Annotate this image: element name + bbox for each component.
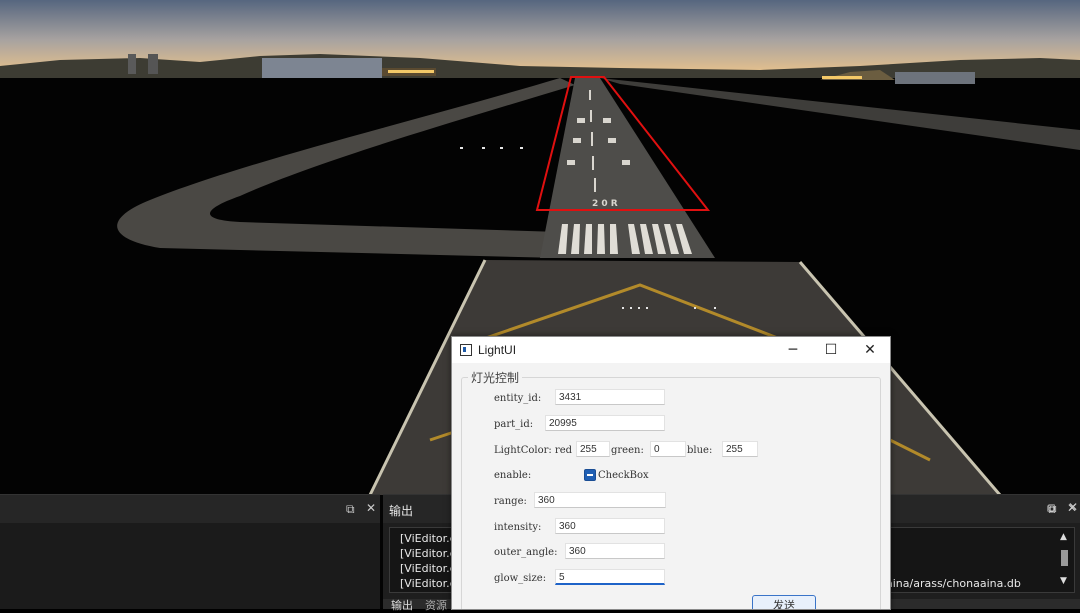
log-line: [ViEditor.e [400,547,457,560]
green-label: green: [611,445,644,456]
group-title: 灯光控制 [468,369,523,386]
right-close-icon[interactable]: ✕ [1068,500,1078,514]
scroll-up-icon[interactable]: ▲ [1060,532,1067,542]
red-field[interactable]: 255 [576,441,610,457]
close-button[interactable]: ✕ [851,337,889,363]
building-right [895,72,975,84]
app-icon [460,344,472,356]
log-line: [ViEditor.e [400,577,457,590]
scrollbar-thumb[interactable] [1061,550,1068,566]
log-path-fragment: aina/arass/chonaaina.db [886,577,1021,590]
runway-number: 2 0 R [592,199,618,209]
log-line: [ViEditor.e [400,562,457,575]
outer-angle-field[interactable]: 360 [565,543,665,559]
entity-id-label: entity_id: [494,393,542,404]
checkbox-label[interactable]: CheckBox [598,470,649,481]
tab-output[interactable]: 输出 [391,597,413,613]
glow-size-label: glow_size: [494,573,547,584]
lightcolor-label: LightColor: red [494,445,573,456]
log-line: [ViEditor.e [400,532,457,545]
maximize-button[interactable]: ☐ [812,337,850,363]
blue-field[interactable]: 255 [722,441,758,457]
left-dock-header [0,495,380,523]
lightui-window: LightUI ─ ☐ ✕ 灯光控制 entity_id: 3431 part_… [451,336,891,610]
outer-angle-label: outer_angle: [494,547,558,558]
glow-size-field[interactable]: 5 [555,569,665,585]
left-dock-panel: ⧉ ✕ [0,494,380,609]
intensity-field[interactable]: 360 [555,518,665,534]
part-id-field[interactable]: 20995 [545,415,665,431]
tower-left-2 [148,54,158,74]
title-bar[interactable]: LightUI ─ ☐ ✕ [452,337,890,363]
terminal-left [262,58,382,78]
range-field[interactable]: 360 [534,492,666,508]
green-field[interactable]: 0 [650,441,686,457]
enable-checkbox[interactable] [584,469,596,481]
close-icon[interactable]: ✕ [366,501,376,515]
blue-label: blue: [687,445,713,456]
window-title: LightUI [478,343,517,357]
scroll-down-icon[interactable]: ▼ [1060,576,1067,586]
minimize-button[interactable]: ─ [774,337,812,363]
restore-icon[interactable]: ⧉ [346,502,355,517]
tower-left [128,54,136,74]
intensity-label: intensity: [494,522,542,533]
part-id-label: part_id: [494,419,534,430]
entity-id-field[interactable]: 3431 [555,389,665,405]
output-panel-title: 输出 [389,504,414,518]
range-label: range: [494,496,527,507]
right-restore-icon[interactable]: ⧉ [1048,501,1057,516]
tab-resources[interactable]: 资源 [425,597,447,613]
enable-label: enable: [494,470,532,481]
